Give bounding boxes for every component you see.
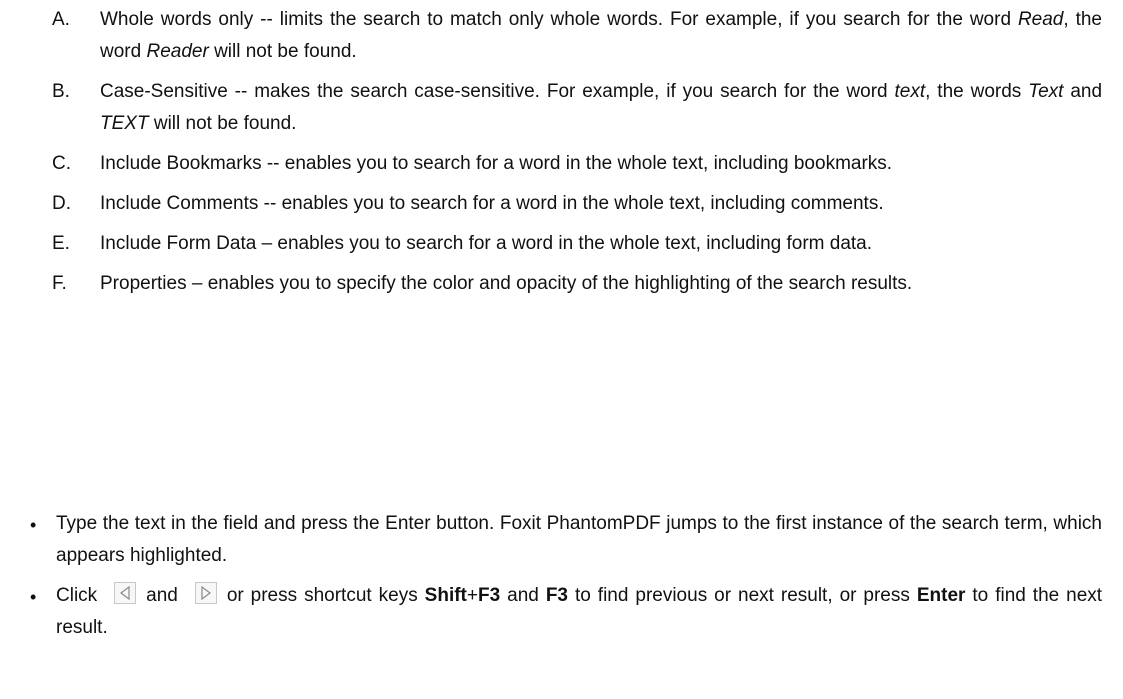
option-letter: C. bbox=[52, 153, 71, 174]
instruction-bullets: • Type the text in the field and press t… bbox=[30, 508, 1102, 652]
bullet-item: • Click and or press shortcut keys Shift… bbox=[30, 580, 1102, 644]
option-text: Include Comments -- enables you to searc… bbox=[100, 193, 884, 214]
previous-result-icon bbox=[114, 582, 137, 604]
bullet-text: Type the text in the field and press the… bbox=[56, 513, 1102, 566]
shift-key: Shift bbox=[424, 585, 467, 606]
option-letter: F. bbox=[52, 273, 67, 294]
bullet-text: Click and or press shortcut keys Shift+F… bbox=[56, 580, 1102, 644]
option-item: C. Include Bookmarks -- enables you to s… bbox=[48, 148, 1102, 180]
option-item: F. Properties – enables you to specify t… bbox=[48, 268, 1102, 300]
f3-key: F3 bbox=[478, 585, 501, 606]
option-text: Whole words only -- limits the search to… bbox=[100, 9, 1102, 62]
option-text: Include Form Data – enables you to searc… bbox=[100, 233, 873, 254]
option-letter: B. bbox=[52, 81, 70, 102]
option-item: B. Case-Sensitive -- makes the search ca… bbox=[48, 76, 1102, 140]
option-text: Properties – enables you to specify the … bbox=[100, 273, 913, 294]
bullet-icon: • bbox=[30, 515, 37, 535]
f3-key: F3 bbox=[545, 585, 569, 606]
option-letter: A. bbox=[52, 9, 70, 30]
next-result-icon bbox=[194, 582, 217, 604]
document-page: A. Whole words only -- limits the search… bbox=[0, 0, 1123, 699]
bullet-item: • Type the text in the field and press t… bbox=[30, 508, 1102, 572]
option-text: Case-Sensitive -- makes the search case-… bbox=[100, 81, 1103, 134]
bullet-icon: • bbox=[30, 587, 37, 607]
option-item: A. Whole words only -- limits the search… bbox=[48, 4, 1102, 68]
option-text: Include Bookmarks -- enables you to sear… bbox=[100, 153, 893, 174]
option-letter: D. bbox=[52, 193, 71, 214]
search-options-list: A. Whole words only -- limits the search… bbox=[48, 4, 1102, 308]
enter-key: Enter bbox=[916, 585, 966, 606]
option-item: E. Include Form Data – enables you to se… bbox=[48, 228, 1102, 260]
option-letter: E. bbox=[52, 233, 70, 254]
option-item: D. Include Comments -- enables you to se… bbox=[48, 188, 1102, 220]
